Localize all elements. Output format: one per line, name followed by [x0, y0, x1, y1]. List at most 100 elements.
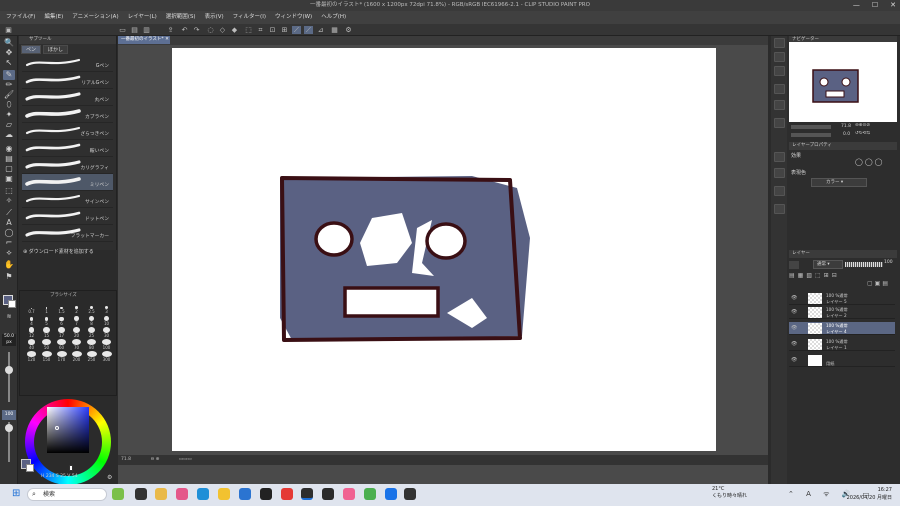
select-tool-icon[interactable]: ⬚ [3, 186, 15, 196]
zoom-readout[interactable]: 71.8 [121, 457, 131, 462]
brush-size-readout[interactable]: 50.0 px [2, 334, 16, 346]
taskbar-clock[interactable]: 16:27 2026/04/20 月曜日 [847, 486, 892, 502]
move-tool-icon[interactable]: ✥ [3, 48, 15, 58]
fill-tool-icon[interactable]: ◉ [3, 144, 15, 154]
hue-cursor[interactable] [69, 465, 73, 471]
saturation-value-square[interactable] [47, 407, 89, 453]
navigator-thumbnail[interactable] [793, 46, 893, 119]
settings-icon[interactable]: ⚙ [344, 26, 353, 34]
material-tab-icon[interactable] [774, 100, 785, 110]
save-icon[interactable]: ▥ [142, 26, 151, 34]
brush-size-option[interactable]: 10 [99, 315, 114, 326]
eye-icon[interactable]: 👁 [791, 357, 797, 363]
color-picker-cursor[interactable] [55, 426, 59, 430]
eye-icon[interactable]: 👁 [791, 295, 797, 301]
brush-size-option[interactable]: 150 [39, 351, 54, 362]
brush-size-option[interactable]: 250 [84, 351, 99, 362]
layer-opacity-value[interactable]: 100 [884, 260, 893, 265]
brush-size-option[interactable]: 3 [99, 303, 114, 314]
brush-item[interactable]: サインペン [22, 191, 113, 208]
auto-select-icon[interactable]: ✧ [3, 196, 15, 206]
gradient-tool-icon[interactable]: ▤ [3, 154, 15, 164]
weather-widget[interactable]: 21°C くもり時々晴れ [712, 486, 747, 500]
widgets-icon[interactable] [155, 488, 167, 500]
layer-settings-icon[interactable] [789, 261, 799, 269]
brush-size-option[interactable]: 80 [84, 339, 99, 350]
blend-mode-dropdown[interactable]: 通常 ▾ [813, 260, 843, 269]
brush-size-handle[interactable] [5, 366, 13, 374]
edge-browser-icon[interactable] [197, 488, 209, 500]
document-tab[interactable]: 一番最初のイラスト* ✕ [118, 36, 170, 44]
navigator-zoom-slider[interactable] [791, 125, 831, 129]
brush-size-option[interactable]: 20 [69, 327, 84, 338]
navigator-rotate-slider[interactable] [791, 133, 831, 137]
layer-opacity-slider[interactable] [845, 262, 883, 267]
brush-size-option[interactable]: 0.7 [24, 303, 39, 314]
menu-filter[interactable]: フィルター(I) [233, 11, 266, 24]
brush-size-option[interactable]: 7 [69, 315, 84, 326]
layer-row[interactable]: 👁 用紙 [789, 354, 895, 367]
history-tab-icon[interactable] [774, 84, 785, 94]
layer-action-icons[interactable]: ▢▣▤ [867, 280, 890, 287]
object-tool-icon[interactable]: ⚑ [3, 272, 15, 282]
brush-size-option[interactable]: 17 [54, 327, 69, 338]
navigator-angle-value[interactable]: 0.0 [843, 132, 850, 137]
brush-size-option[interactable]: 4 [24, 315, 39, 326]
fill-icon[interactable]: ◆ [230, 26, 239, 34]
brush-size-option[interactable]: 12 [24, 327, 39, 338]
airbrush-tool-icon[interactable]: ⬯ [3, 100, 15, 110]
windows-start-icon[interactable]: ⊞ [12, 488, 20, 500]
task-view-icon[interactable] [135, 488, 147, 500]
music-app-icon[interactable] [343, 488, 355, 500]
eye-icon[interactable]: 👁 [791, 325, 797, 331]
zoom-tool-icon[interactable]: 🔍 [3, 38, 15, 48]
add-material-button[interactable]: ⊕ ダウンロード素材を追加する [23, 248, 112, 255]
brush-size-option[interactable]: 30 [99, 327, 114, 338]
snap-ruler-icon[interactable]: ⟋ [292, 26, 301, 34]
brush-size-option[interactable]: 100 [99, 339, 114, 350]
tab-pen[interactable]: ペン [21, 45, 42, 54]
deselect-icon[interactable]: ⬚ [244, 26, 253, 34]
decoration-tool-icon[interactable]: ✦ [3, 110, 15, 120]
canvas-paper[interactable] [172, 48, 716, 451]
balloon-tool-icon[interactable]: ◯ [3, 228, 15, 238]
clear-icon[interactable]: ◇ [218, 26, 227, 34]
ruler-tool-icon[interactable]: ⌐ [3, 238, 15, 248]
brush-size-option[interactable]: 8 [84, 315, 99, 326]
pencil-tool-icon[interactable]: ✏ [3, 80, 15, 90]
eye-icon[interactable]: 👁 [791, 309, 797, 315]
youtube-app-icon[interactable] [281, 488, 293, 500]
brush-size-option[interactable]: 6 [54, 315, 69, 326]
brush-item[interactable]: ドットペン [22, 208, 113, 225]
pen-tool-icon[interactable]: ✎ [3, 70, 15, 80]
menu-edit[interactable]: 編集(E) [44, 11, 63, 24]
correct-line-icon[interactable]: ⟡ [3, 248, 15, 258]
info-tab-icon[interactable] [774, 66, 785, 76]
layer-row[interactable]: 👁 100 %通常 レイヤー 2 [789, 306, 895, 319]
brush-size-option[interactable]: 2 [69, 303, 84, 314]
scroll-indicator[interactable]: ▭▭▭ [179, 457, 192, 462]
menu-help[interactable]: ヘルプ(H) [321, 11, 346, 24]
file-explorer-icon[interactable] [218, 488, 230, 500]
opacity-readout[interactable]: 100 [2, 410, 16, 420]
stroke-icon[interactable]: ≋ [3, 312, 15, 322]
close-button[interactable]: ✕ [890, 0, 896, 11]
eye-icon[interactable]: 👁 [791, 341, 797, 347]
sub-color-chip[interactable] [26, 464, 34, 472]
store-app-icon[interactable] [239, 488, 251, 500]
brush-size-option[interactable]: 70 [69, 339, 84, 350]
open-icon[interactable]: ▤ [130, 26, 139, 34]
taskbar-decoration-icon[interactable] [112, 488, 124, 500]
invert-selection-icon[interactable]: ⊡ [268, 26, 277, 34]
blend-tool-icon[interactable]: ☁ [3, 130, 15, 140]
layer-row[interactable]: 👁 100 %通常 レイヤー 1 [789, 338, 895, 351]
terminal-app-icon[interactable] [260, 488, 272, 500]
brush-item[interactable]: Gペン [22, 55, 113, 72]
photos-app-icon[interactable] [176, 488, 188, 500]
brush-size-option[interactable]: 60 [54, 339, 69, 350]
brush-tool-icon[interactable]: 🖌 [3, 90, 15, 100]
color-settings-icon[interactable]: ⚙ [107, 474, 112, 481]
color-sync-icon[interactable]: ▦ [330, 26, 339, 34]
auto-action-tab-icon[interactable] [774, 118, 785, 128]
tab-blur[interactable]: ぼかし [43, 45, 69, 54]
